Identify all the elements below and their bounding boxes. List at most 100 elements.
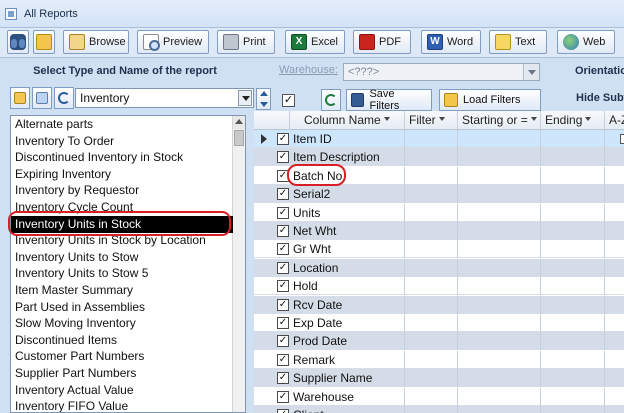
grid-row[interactable]: ✓ Location	[254, 258, 624, 277]
sort-az-header[interactable]: A-Z	[605, 111, 624, 130]
report-list-item[interactable]: Discontinued Items	[11, 332, 233, 349]
filter-cell[interactable]	[405, 387, 458, 406]
warehouse-select[interactable]: <???>	[343, 63, 540, 81]
open-report-button[interactable]	[10, 87, 30, 109]
row-selector[interactable]	[258, 208, 270, 218]
report-list-item[interactable]: Inventory Units to Stow 5	[11, 265, 233, 282]
include-column-checkbox[interactable]: ✓	[277, 280, 289, 293]
row-selector[interactable]	[258, 355, 270, 365]
include-column-checkbox[interactable]: ✓	[277, 390, 289, 403]
grid-row[interactable]: ✓ Units	[254, 203, 624, 222]
filter-cell[interactable]	[405, 240, 458, 259]
grid-row[interactable]: ✓ Net Wht	[254, 222, 624, 240]
starting-cell[interactable]	[458, 314, 541, 332]
row-selector[interactable]	[258, 152, 270, 162]
report-type-select[interactable]: Inventory	[75, 88, 254, 108]
excel-button[interactable]: X Excel	[285, 30, 345, 54]
starting-cell[interactable]	[458, 240, 541, 259]
word-button[interactable]: W Word	[421, 30, 481, 54]
ending-cell[interactable]	[541, 203, 605, 222]
ending-cell[interactable]	[541, 258, 605, 277]
report-list-item[interactable]: Customer Part Numbers	[11, 348, 233, 365]
filter-cell[interactable]	[405, 166, 458, 185]
preview-button[interactable]: Preview	[137, 30, 209, 54]
include-column-checkbox[interactable]: ✓	[277, 206, 289, 219]
include-column-checkbox[interactable]: ✓	[277, 188, 289, 201]
filter-cell[interactable]	[405, 350, 458, 369]
open-folder-button[interactable]	[33, 30, 55, 54]
starting-cell[interactable]	[458, 350, 541, 369]
chevron-down-icon[interactable]	[238, 90, 252, 106]
ending-cell[interactable]	[541, 240, 605, 259]
report-list-item[interactable]: Expiring Inventory	[11, 166, 233, 183]
undo-button[interactable]	[54, 87, 74, 109]
web-button[interactable]: Web	[557, 30, 615, 54]
sort-az-checkbox[interactable]	[620, 134, 624, 144]
filter-cell[interactable]	[405, 148, 458, 167]
starting-cell[interactable]	[458, 185, 541, 204]
filter-cell[interactable]	[405, 295, 458, 314]
include-column-checkbox[interactable]: ✓	[277, 133, 289, 145]
grid-row[interactable]: ✓ Item Description	[254, 148, 624, 167]
load-filters-button[interactable]: Load Filters	[439, 89, 541, 111]
ending-cell[interactable]	[541, 332, 605, 351]
grid-row[interactable]: ✓ Prod Date	[254, 332, 624, 351]
browse-button[interactable]: Browse	[63, 30, 129, 54]
row-selector[interactable]	[258, 318, 270, 328]
report-list-item[interactable]: Inventory Units to Stow	[11, 249, 233, 266]
filter-cell[interactable]	[405, 369, 458, 388]
starting-cell[interactable]	[458, 387, 541, 406]
move-updown-button[interactable]	[256, 88, 271, 110]
scroll-up-icon[interactable]	[233, 116, 245, 129]
row-selector[interactable]	[258, 336, 270, 346]
include-column-checkbox[interactable]: ✓	[277, 151, 289, 164]
filter-cell[interactable]	[405, 222, 458, 240]
report-list-item[interactable]: Supplier Part Numbers	[11, 365, 233, 382]
include-column-checkbox[interactable]: ✓	[277, 353, 289, 366]
ending-cell[interactable]	[541, 222, 605, 240]
starting-cell[interactable]	[458, 332, 541, 351]
report-list-item[interactable]: Inventory Actual Value	[11, 382, 233, 399]
row-selector[interactable]	[258, 373, 270, 383]
report-list-item[interactable]: Alternate parts	[11, 116, 233, 133]
ending-cell[interactable]	[541, 387, 605, 406]
select-all-checkbox[interactable]: ✓	[282, 94, 295, 107]
row-selector[interactable]	[258, 263, 270, 273]
report-list-item[interactable]: Inventory To Order	[11, 133, 233, 150]
filter-cell[interactable]	[405, 130, 458, 148]
filter-header[interactable]: Filter	[405, 111, 458, 130]
row-selector[interactable]	[258, 281, 270, 291]
include-column-checkbox[interactable]: ✓	[277, 261, 289, 274]
ending-cell[interactable]	[541, 369, 605, 388]
filter-cell[interactable]	[405, 203, 458, 222]
starting-cell[interactable]	[458, 258, 541, 277]
ending-cell[interactable]	[541, 406, 605, 413]
grid-row[interactable]: ✓ Supplier Name	[254, 369, 624, 388]
report-list-item[interactable]: Inventory Units in Stock by Location	[11, 232, 233, 249]
starting-cell[interactable]	[458, 295, 541, 314]
include-column-checkbox[interactable]: ✓	[277, 317, 289, 329]
include-column-checkbox[interactable]: ✓	[277, 169, 289, 182]
ending-cell[interactable]	[541, 166, 605, 185]
starting-header[interactable]: Starting or =	[458, 111, 541, 130]
grid-row[interactable]: ✓ Remark	[254, 350, 624, 369]
ending-cell[interactable]	[541, 130, 605, 148]
report-list-item[interactable]: Inventory FIFO Value	[11, 398, 233, 412]
ending-cell[interactable]	[541, 277, 605, 296]
ending-cell[interactable]	[541, 314, 605, 332]
report-list-item[interactable]: Inventory Units in Stock	[11, 215, 233, 233]
ending-cell[interactable]	[541, 295, 605, 314]
text-button[interactable]: Text	[489, 30, 547, 54]
ending-header[interactable]: Ending	[541, 111, 605, 130]
include-column-checkbox[interactable]: ✓	[277, 409, 289, 413]
include-column-checkbox[interactable]: ✓	[277, 243, 289, 256]
pdf-button[interactable]: PDF	[353, 30, 411, 54]
starting-cell[interactable]	[458, 406, 541, 413]
print-button[interactable]: Print	[217, 30, 275, 54]
column-name-header[interactable]: Column Name	[290, 111, 405, 130]
ending-cell[interactable]	[541, 185, 605, 204]
filter-cell[interactable]	[405, 332, 458, 351]
starting-cell[interactable]	[458, 203, 541, 222]
include-column-checkbox[interactable]: ✓	[277, 225, 289, 237]
scroll-thumb[interactable]	[234, 130, 244, 146]
